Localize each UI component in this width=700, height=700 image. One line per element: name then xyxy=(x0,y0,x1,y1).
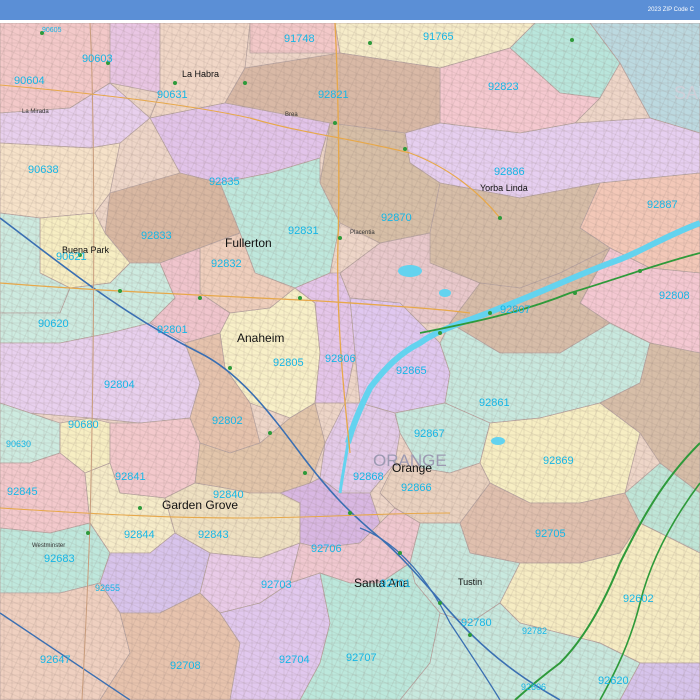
zip-label: 92843 xyxy=(198,529,229,541)
zip-label: 92821 xyxy=(318,89,349,101)
zip-label: 92808 xyxy=(659,290,690,302)
zip-label: 92833 xyxy=(141,230,172,242)
zip-label: 92868 xyxy=(353,471,384,483)
city-la-habra: La Habra xyxy=(182,69,220,79)
zip-label: 90620 xyxy=(38,318,69,330)
city-yorba-linda: Yorba Linda xyxy=(480,183,528,193)
zip-label: 92886 xyxy=(494,166,525,178)
zip-label: 92861 xyxy=(479,397,510,409)
title-bar: 2023 ZIP Code C xyxy=(0,0,700,20)
city-anaheim: Anaheim xyxy=(237,331,285,345)
zip-label: 92704 xyxy=(279,654,310,666)
city-orange: Orange xyxy=(392,461,433,475)
zip-label: 92806 xyxy=(325,353,356,365)
zip-label: 90630 xyxy=(6,439,32,449)
zip-label: 90603 xyxy=(82,53,113,65)
zip-label: 92840 xyxy=(213,489,244,501)
zip-label: 92865 xyxy=(396,365,427,377)
zip-label: 92844 xyxy=(124,529,155,541)
city-brea: Brea xyxy=(285,112,298,118)
zip-label: 92620 xyxy=(598,675,629,687)
zip-label: 92655 xyxy=(95,583,121,593)
zip-label: 92870 xyxy=(381,212,412,224)
zip-label: 92887 xyxy=(647,199,678,211)
zip-label: 92707 xyxy=(346,652,377,664)
zip-label: 90605 xyxy=(42,27,62,34)
map-caption: 2023 ZIP Code C xyxy=(647,7,694,13)
zip-label: 92805 xyxy=(273,357,304,369)
zip-label: 90621 xyxy=(56,251,87,263)
zip-label: 92866 xyxy=(401,482,432,494)
zip-label: 92831 xyxy=(288,225,319,237)
city-la-mirada: La Mirada xyxy=(22,109,49,115)
zip-label: 92801 xyxy=(157,324,188,336)
zip-label: 92647 xyxy=(40,654,71,666)
zip-label: 92606 xyxy=(521,682,547,692)
zip-label: 91748 xyxy=(284,33,315,45)
zip-label: 92706 xyxy=(311,543,342,555)
zip-label: 92804 xyxy=(104,379,135,391)
map-viewer: 2023 ZIP Code C ORANGE SA La Habra Brea … xyxy=(0,0,700,700)
zip-label: 92807 xyxy=(500,304,531,316)
zip-label: 92701 xyxy=(380,578,411,590)
zip-label: 92705 xyxy=(535,528,566,540)
zip-label: 90604 xyxy=(14,75,45,87)
region-label-san: SAN xyxy=(674,83,700,103)
zip-code-map[interactable]: ORANGE SAN La Habra Brea La Mirada Yorba… xyxy=(0,22,700,700)
zip-label: 92703 xyxy=(261,579,292,591)
zip-label: 91765 xyxy=(423,31,454,43)
zip-label: 92841 xyxy=(115,471,146,483)
zip-label: 90638 xyxy=(28,164,59,176)
zip-label: 92845 xyxy=(7,486,38,498)
city-fullerton: Fullerton xyxy=(225,236,272,250)
zip-label: 92832 xyxy=(211,258,242,270)
zip-label: 90631 xyxy=(157,89,188,101)
city-tustin: Tustin xyxy=(458,577,483,587)
city-westminster: Westminster xyxy=(32,543,66,549)
zip-label: 92708 xyxy=(170,660,201,672)
zip-label: 92802 xyxy=(212,415,243,427)
zip-label: 90680 xyxy=(68,419,99,431)
zip-label: 92602 xyxy=(623,593,654,605)
zip-label: 92835 xyxy=(209,176,240,188)
city-placentia: Placentia xyxy=(350,230,375,236)
zip-label: 92823 xyxy=(488,81,519,93)
zip-label: 92782 xyxy=(522,626,548,636)
zip-label: 92869 xyxy=(543,455,574,467)
zip-label: 92780 xyxy=(461,617,492,629)
zip-label: 92683 xyxy=(44,553,75,565)
zip-label: 92867 xyxy=(414,428,445,440)
